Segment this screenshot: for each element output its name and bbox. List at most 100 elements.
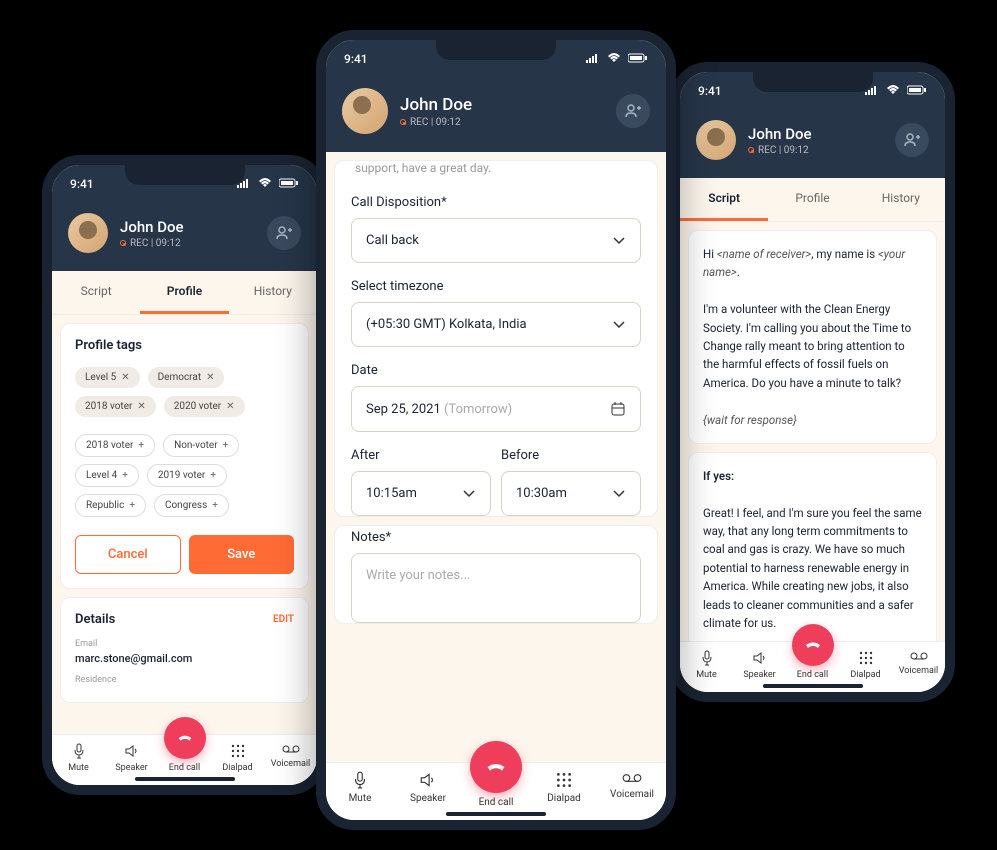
mute-button[interactable]: Mute	[52, 743, 105, 773]
date-input[interactable]: Sep 25, 2021 (Tomorrow)	[351, 386, 641, 432]
tag-chip[interactable]: Democrat✕	[148, 367, 225, 388]
speaker-icon	[419, 771, 437, 789]
tag-chip-add[interactable]: Congress+	[154, 494, 229, 517]
dialpad-button[interactable]: Dialpad	[211, 743, 264, 773]
tabs: Script Profile History	[52, 271, 317, 315]
end-call-button[interactable]: End call	[462, 771, 530, 808]
disposition-label: Call Disposition*	[351, 195, 641, 210]
rec-label: REC	[758, 145, 776, 156]
plus-icon[interactable]: +	[129, 500, 135, 511]
plus-icon[interactable]: +	[122, 470, 128, 481]
rec-icon	[400, 119, 406, 125]
phone-down-icon	[803, 635, 823, 655]
after-select[interactable]: 10:15am	[351, 471, 491, 516]
voicemail-button[interactable]: Voicemail	[598, 771, 666, 808]
tag-chip[interactable]: 2018 voter✕	[75, 396, 156, 417]
plus-icon[interactable]: +	[138, 440, 144, 451]
cancel-button[interactable]: Cancel	[75, 535, 181, 574]
add-contact-button[interactable]	[895, 123, 929, 157]
status-time: 9:41	[698, 84, 722, 98]
plus-icon[interactable]: +	[212, 500, 218, 511]
end-call-circle[interactable]	[792, 624, 834, 666]
status-icons	[861, 84, 927, 98]
timezone-select[interactable]: (+05:30 GMT) Kolkata, India	[351, 302, 641, 347]
tab-profile[interactable]: Profile	[140, 271, 228, 314]
plus-icon[interactable]: +	[210, 470, 216, 481]
header-text: John Doe REC | 09:12	[400, 95, 616, 128]
tag-chip-add[interactable]: Level 4+	[75, 464, 139, 487]
script-ifyes: If yes:	[703, 467, 922, 485]
battery-icon	[279, 178, 299, 188]
save-button[interactable]: Save	[189, 535, 295, 574]
speaker-icon	[124, 743, 140, 759]
date-value: Sep 25, 2021 (Tomorrow)	[366, 402, 512, 417]
mute-button[interactable]: Mute	[680, 650, 733, 680]
tag-chip-add[interactable]: 2019 voter+	[147, 464, 227, 487]
rec-label: REC	[130, 238, 148, 249]
tag-chip-add[interactable]: Non-voter+	[163, 434, 239, 457]
chevron-down-icon	[612, 489, 626, 499]
tag-chip-add[interactable]: 2018 voter+	[75, 434, 155, 457]
chevron-down-icon	[462, 489, 476, 499]
details-card: Details EDIT Email marc.stone@gmail.com …	[60, 597, 309, 703]
after-value: 10:15am	[366, 486, 417, 501]
status-icons	[582, 52, 648, 66]
tab-history[interactable]: History	[857, 178, 945, 221]
voicemail-button[interactable]: Voicemail	[892, 650, 945, 680]
dialpad-button[interactable]: Dialpad	[530, 771, 598, 808]
chevron-down-icon	[612, 320, 626, 330]
email-label: Email	[75, 639, 294, 649]
script-para1: I'm a volunteer with the Clean Energy So…	[703, 300, 922, 392]
call-duration: 09:12	[436, 117, 461, 128]
notch	[436, 38, 556, 60]
notes-input[interactable]: Write your notes...	[351, 553, 641, 623]
form-content[interactable]: support, have a great day. Call Disposit…	[326, 152, 666, 792]
tab-script[interactable]: Script	[52, 271, 140, 314]
add-contact-button[interactable]	[267, 216, 301, 250]
rec-line: REC | 09:12	[400, 117, 616, 128]
disposition-select[interactable]: Call back	[351, 218, 641, 263]
close-icon[interactable]: ✕	[121, 372, 129, 383]
close-icon[interactable]: ✕	[137, 401, 145, 412]
script-para2: Great! I feel, and I'm sure you feel the…	[703, 504, 922, 633]
tag-chip[interactable]: Level 5✕	[75, 367, 140, 388]
edit-button[interactable]: EDIT	[273, 614, 294, 625]
notes-label: Notes*	[351, 530, 641, 545]
chevron-down-icon	[612, 236, 626, 246]
script-card-1: Hi <name of receiver>, my name is <your …	[688, 230, 937, 444]
disposition-value: Call back	[366, 233, 419, 248]
before-select[interactable]: 10:30am	[501, 471, 641, 516]
disposition-card: support, have a great day. Call Disposit…	[334, 160, 658, 517]
tab-history[interactable]: History	[229, 271, 317, 314]
speaker-button[interactable]: Speaker	[394, 771, 462, 808]
header-text: John Doe REC | 09:12	[120, 218, 267, 249]
available-tags: 2018 voter+ Non-voter+ Level 4+ 2019 vot…	[75, 433, 294, 523]
button-row: Cancel Save	[75, 535, 294, 574]
voicemail-button[interactable]: Voicemail	[264, 743, 317, 773]
add-contact-button[interactable]	[616, 94, 650, 128]
end-call-button[interactable]: End call	[158, 743, 211, 773]
dialpad-button[interactable]: Dialpad	[839, 650, 892, 680]
status-time: 9:41	[344, 52, 368, 66]
speaker-button[interactable]: Speaker	[733, 650, 786, 680]
notes-card: Notes* Write your notes...	[334, 525, 658, 624]
end-call-circle[interactable]	[164, 717, 206, 759]
tag-chip-add[interactable]: Republic+	[75, 494, 146, 517]
rec-icon	[120, 240, 126, 246]
speaker-button[interactable]: Speaker	[105, 743, 158, 773]
plus-icon[interactable]: +	[223, 440, 229, 451]
mute-button[interactable]: Mute	[326, 771, 394, 808]
end-call-circle[interactable]	[470, 741, 522, 793]
person-add-icon	[625, 103, 641, 119]
tab-profile[interactable]: Profile	[768, 178, 856, 221]
before-label: Before	[501, 448, 641, 463]
tag-chip[interactable]: 2020 voter✕	[164, 396, 245, 417]
home-indicator	[446, 812, 546, 816]
end-call-button[interactable]: End call	[786, 650, 839, 680]
close-icon[interactable]: ✕	[206, 372, 214, 383]
script-intro: Hi <name of receiver>, my name is <your …	[703, 245, 922, 282]
tab-script[interactable]: Script	[680, 178, 768, 221]
close-icon[interactable]: ✕	[226, 401, 234, 412]
phone-disposition: 9:41 John Doe REC | 09:12 support, have …	[316, 30, 676, 830]
call-duration: 09:12	[156, 238, 181, 249]
